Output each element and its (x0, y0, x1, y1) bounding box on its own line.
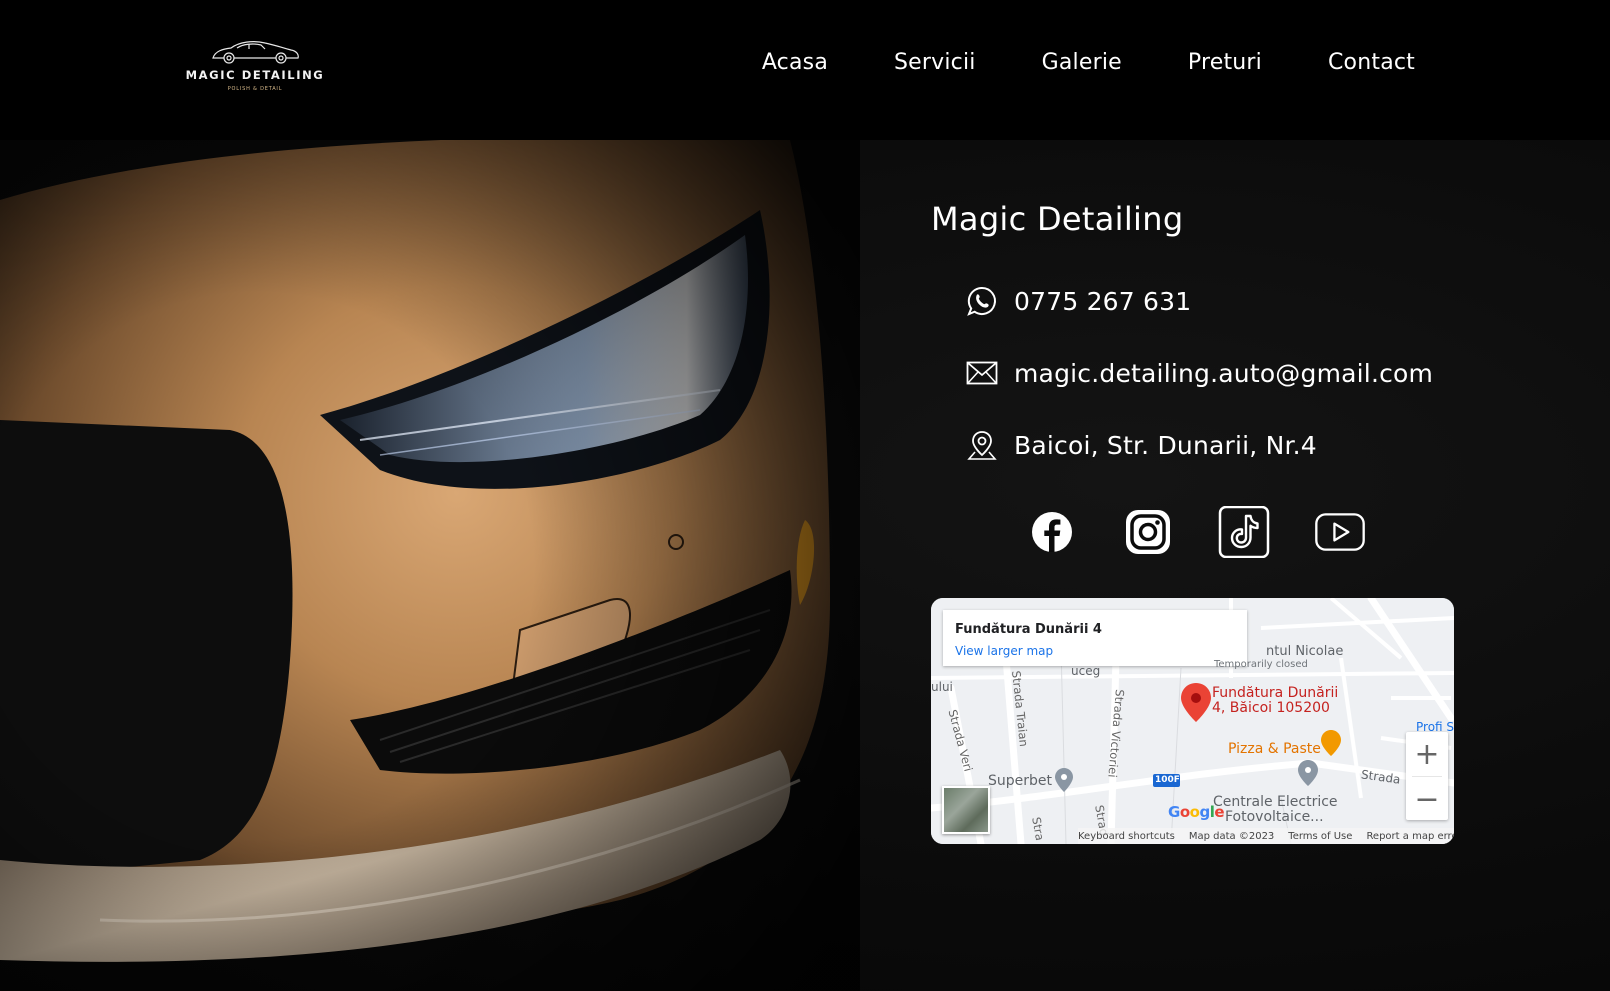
hero-section: Magic Detailing 0775 267 631 magic.detai… (0, 140, 1610, 991)
map-poi-superbet[interactable]: Superbet (988, 773, 1052, 789)
car-headlight-photo (0, 140, 860, 991)
map-place-line2: 4, Băicoi 105200 (1212, 700, 1330, 716)
map-data-label: Map data ©2023 (1188, 830, 1275, 842)
business-name: Magic Detailing (931, 200, 1184, 238)
map-place-line1: Fundătura Dunării (1212, 685, 1339, 701)
google-map-embed[interactable]: Fundătura Dunării 4 View larger map ntul… (931, 598, 1454, 844)
map-label-temporarily-closed: Temporarily closed (1214, 659, 1308, 670)
map-zoom-controls: + − (1406, 732, 1448, 820)
email-row[interactable]: magic.detailing.auto@gmail.com (966, 357, 1433, 389)
map-label-nicolae: ntul Nicolae (1266, 644, 1344, 659)
map-card-title: Fundătura Dunării 4 (955, 622, 1102, 637)
site-header: MAGIC DETAILING POLISH & DETAIL Acasa Se… (0, 0, 1610, 140)
map-poi-centrale-line1: Centrale Electrice (1213, 794, 1338, 810)
tiktok-icon[interactable] (1218, 506, 1270, 558)
address-row: Baicoi, Str. Dunarii, Nr.4 (966, 429, 1317, 461)
map-place-card: Fundătura Dunării 4 View larger map (943, 610, 1247, 666)
youtube-icon[interactable] (1314, 506, 1366, 558)
zoom-in-button[interactable]: + (1406, 732, 1448, 776)
nav-item-galerie[interactable]: Galerie (1042, 50, 1122, 75)
phone-number[interactable]: 0775 267 631 (1014, 287, 1191, 316)
keyboard-shortcuts-link[interactable]: Keyboard shortcuts (1078, 831, 1175, 842)
logo[interactable]: MAGIC DETAILING POLISH & DETAIL (180, 36, 330, 100)
view-larger-map-link[interactable]: View larger map (955, 644, 1053, 658)
satellite-toggle[interactable] (942, 786, 990, 834)
google-logo: Google (1168, 803, 1225, 821)
nav-item-contact[interactable]: Contact (1328, 50, 1415, 75)
logo-tagline: POLISH & DETAIL (227, 86, 283, 92)
contact-panel: Magic Detailing 0775 267 631 magic.detai… (931, 200, 1451, 558)
location-pin-icon (966, 429, 998, 461)
main-nav: Acasa Servicii Galerie Preturi Contact (762, 50, 1415, 75)
zoom-out-button[interactable]: − (1406, 777, 1448, 821)
nav-item-acasa[interactable]: Acasa (762, 50, 828, 75)
logo-title: MAGIC DETAILING (185, 68, 325, 82)
map-attribution-bar: Keyboard shortcuts Map data ©2023 Terms … (1078, 828, 1454, 844)
whatsapp-icon (966, 285, 998, 317)
instagram-icon[interactable] (1122, 506, 1174, 558)
terms-of-use-link[interactable]: Terms of Use (1288, 831, 1352, 842)
report-map-error-link[interactable]: Report a map error (1366, 831, 1454, 842)
phone-row[interactable]: 0775 267 631 (966, 285, 1191, 317)
nav-item-preturi[interactable]: Preturi (1188, 50, 1262, 75)
road-badge: 100F (1155, 775, 1180, 785)
envelope-icon (966, 357, 998, 389)
email-address[interactable]: magic.detailing.auto@gmail.com (1014, 359, 1433, 388)
car-logo-icon (212, 41, 299, 64)
social-links (1026, 506, 1366, 558)
street-address: Baicoi, Str. Dunarii, Nr.4 (1014, 430, 1317, 460)
facebook-icon[interactable] (1026, 506, 1078, 558)
map-place-name[interactable]: Fundătura Dunării 4, Băicoi 105200 (1212, 686, 1338, 716)
map-poi-pizza[interactable]: Pizza & Paste (1228, 741, 1321, 757)
map-label-ului: ului (931, 680, 953, 694)
map-poi-centrale[interactable]: Centrale Electrice Fotovoltaice... (1213, 795, 1338, 825)
map-label-uceg: uceg (1071, 664, 1101, 678)
nav-item-servicii[interactable]: Servicii (894, 50, 976, 75)
map-poi-centrale-line2: Fotovoltaice... (1225, 809, 1324, 825)
